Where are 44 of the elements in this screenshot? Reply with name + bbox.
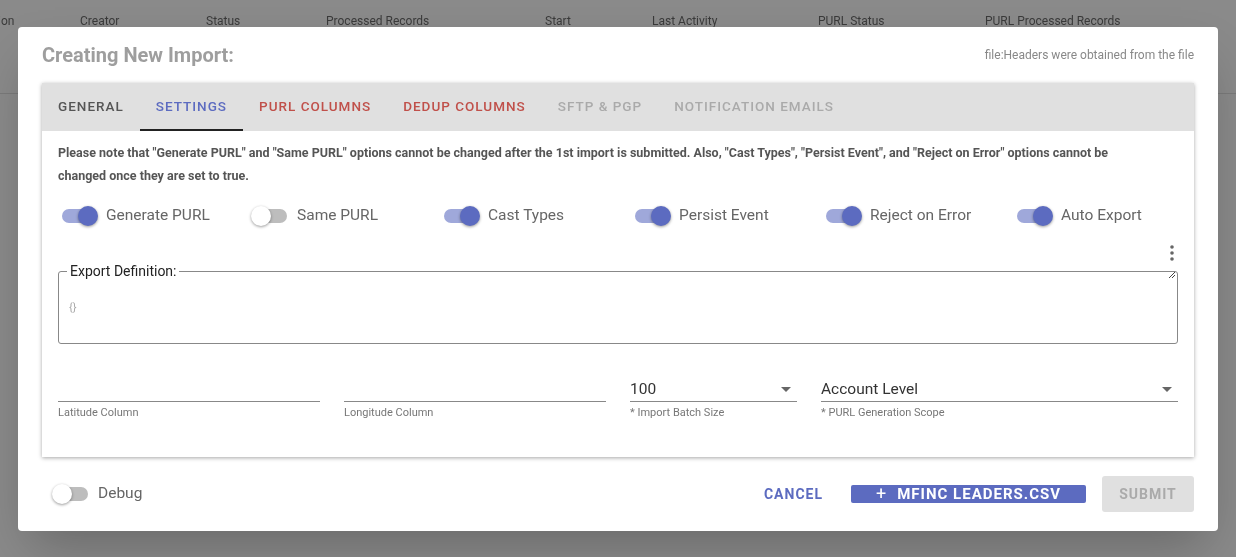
tab[interactable]: PURL COLUMNS	[243, 83, 388, 131]
toggle-label: Auto Export	[1061, 205, 1142, 227]
source-note: file:Headers were obtained from the file	[984, 47, 1194, 64]
tab[interactable]: DEDUP COLUMNS	[387, 83, 542, 131]
column-header: PURL Status	[818, 13, 885, 30]
file-button[interactable]: + MFINC LEADERS.CSV	[851, 485, 1086, 503]
cancel-button[interactable]: CANCEL	[753, 476, 833, 512]
select-field[interactable]: Account Level	[821, 378, 1178, 402]
toggle-switch[interactable]	[62, 209, 96, 223]
more-icon[interactable]	[1170, 245, 1174, 261]
toggle-label: Same PURL	[297, 205, 379, 227]
field-label: Latitude Column	[58, 405, 140, 421]
field-placeholder: {}	[69, 300, 77, 316]
column-header: Last Activity	[652, 13, 718, 30]
toggle-label: Reject on Error	[870, 205, 972, 227]
toggle-label: Cast Types	[488, 205, 565, 227]
field-label: * Import Batch Size	[630, 405, 726, 421]
tab[interactable]: GENERAL	[42, 83, 140, 131]
resize-handle-icon[interactable]	[1168, 271, 1176, 279]
column-header: Processed Records	[326, 13, 430, 30]
dialog-title: Creating New Import:	[42, 42, 234, 69]
tab[interactable]: SETTINGS	[139, 83, 244, 131]
notice-text: Please note that "Generate PURL" and "Same PURL" options cannot be changed after the 1st import is submitted. Also, "Cast Types", "Persist Event", and "Reject on Error" options cannot be changed once they are set to true.	[58, 144, 1110, 185]
toggle-switch[interactable]	[826, 209, 860, 223]
toggle-switch[interactable]	[444, 209, 478, 223]
toggle-label: Debug	[98, 483, 143, 505]
toggle-switch[interactable]	[54, 487, 88, 501]
toggle-label: Generate PURL	[106, 205, 210, 227]
toggle-switch[interactable]	[253, 209, 287, 223]
field-label: * PURL Generation Scope	[821, 405, 946, 421]
toggle-switch[interactable]	[1017, 209, 1051, 223]
field-label: Export Definition:	[69, 262, 178, 280]
select-field[interactable]: 100	[630, 378, 797, 402]
dropdown-caret-icon[interactable]	[1162, 387, 1172, 392]
column-header: Start	[545, 13, 571, 30]
export-definition-field[interactable]: Export Definition: {}	[58, 262, 1178, 344]
dropdown-caret-icon[interactable]	[781, 387, 791, 392]
column-header: Creator	[80, 13, 120, 30]
toggle-label: Persist Event	[679, 205, 769, 227]
field-label: Longitude Column	[344, 405, 435, 421]
column-header: PURL Processed Records	[985, 13, 1121, 30]
toggle-switch[interactable]	[635, 209, 669, 223]
plus-icon: +	[876, 485, 888, 503]
column-header: Status	[206, 13, 241, 30]
